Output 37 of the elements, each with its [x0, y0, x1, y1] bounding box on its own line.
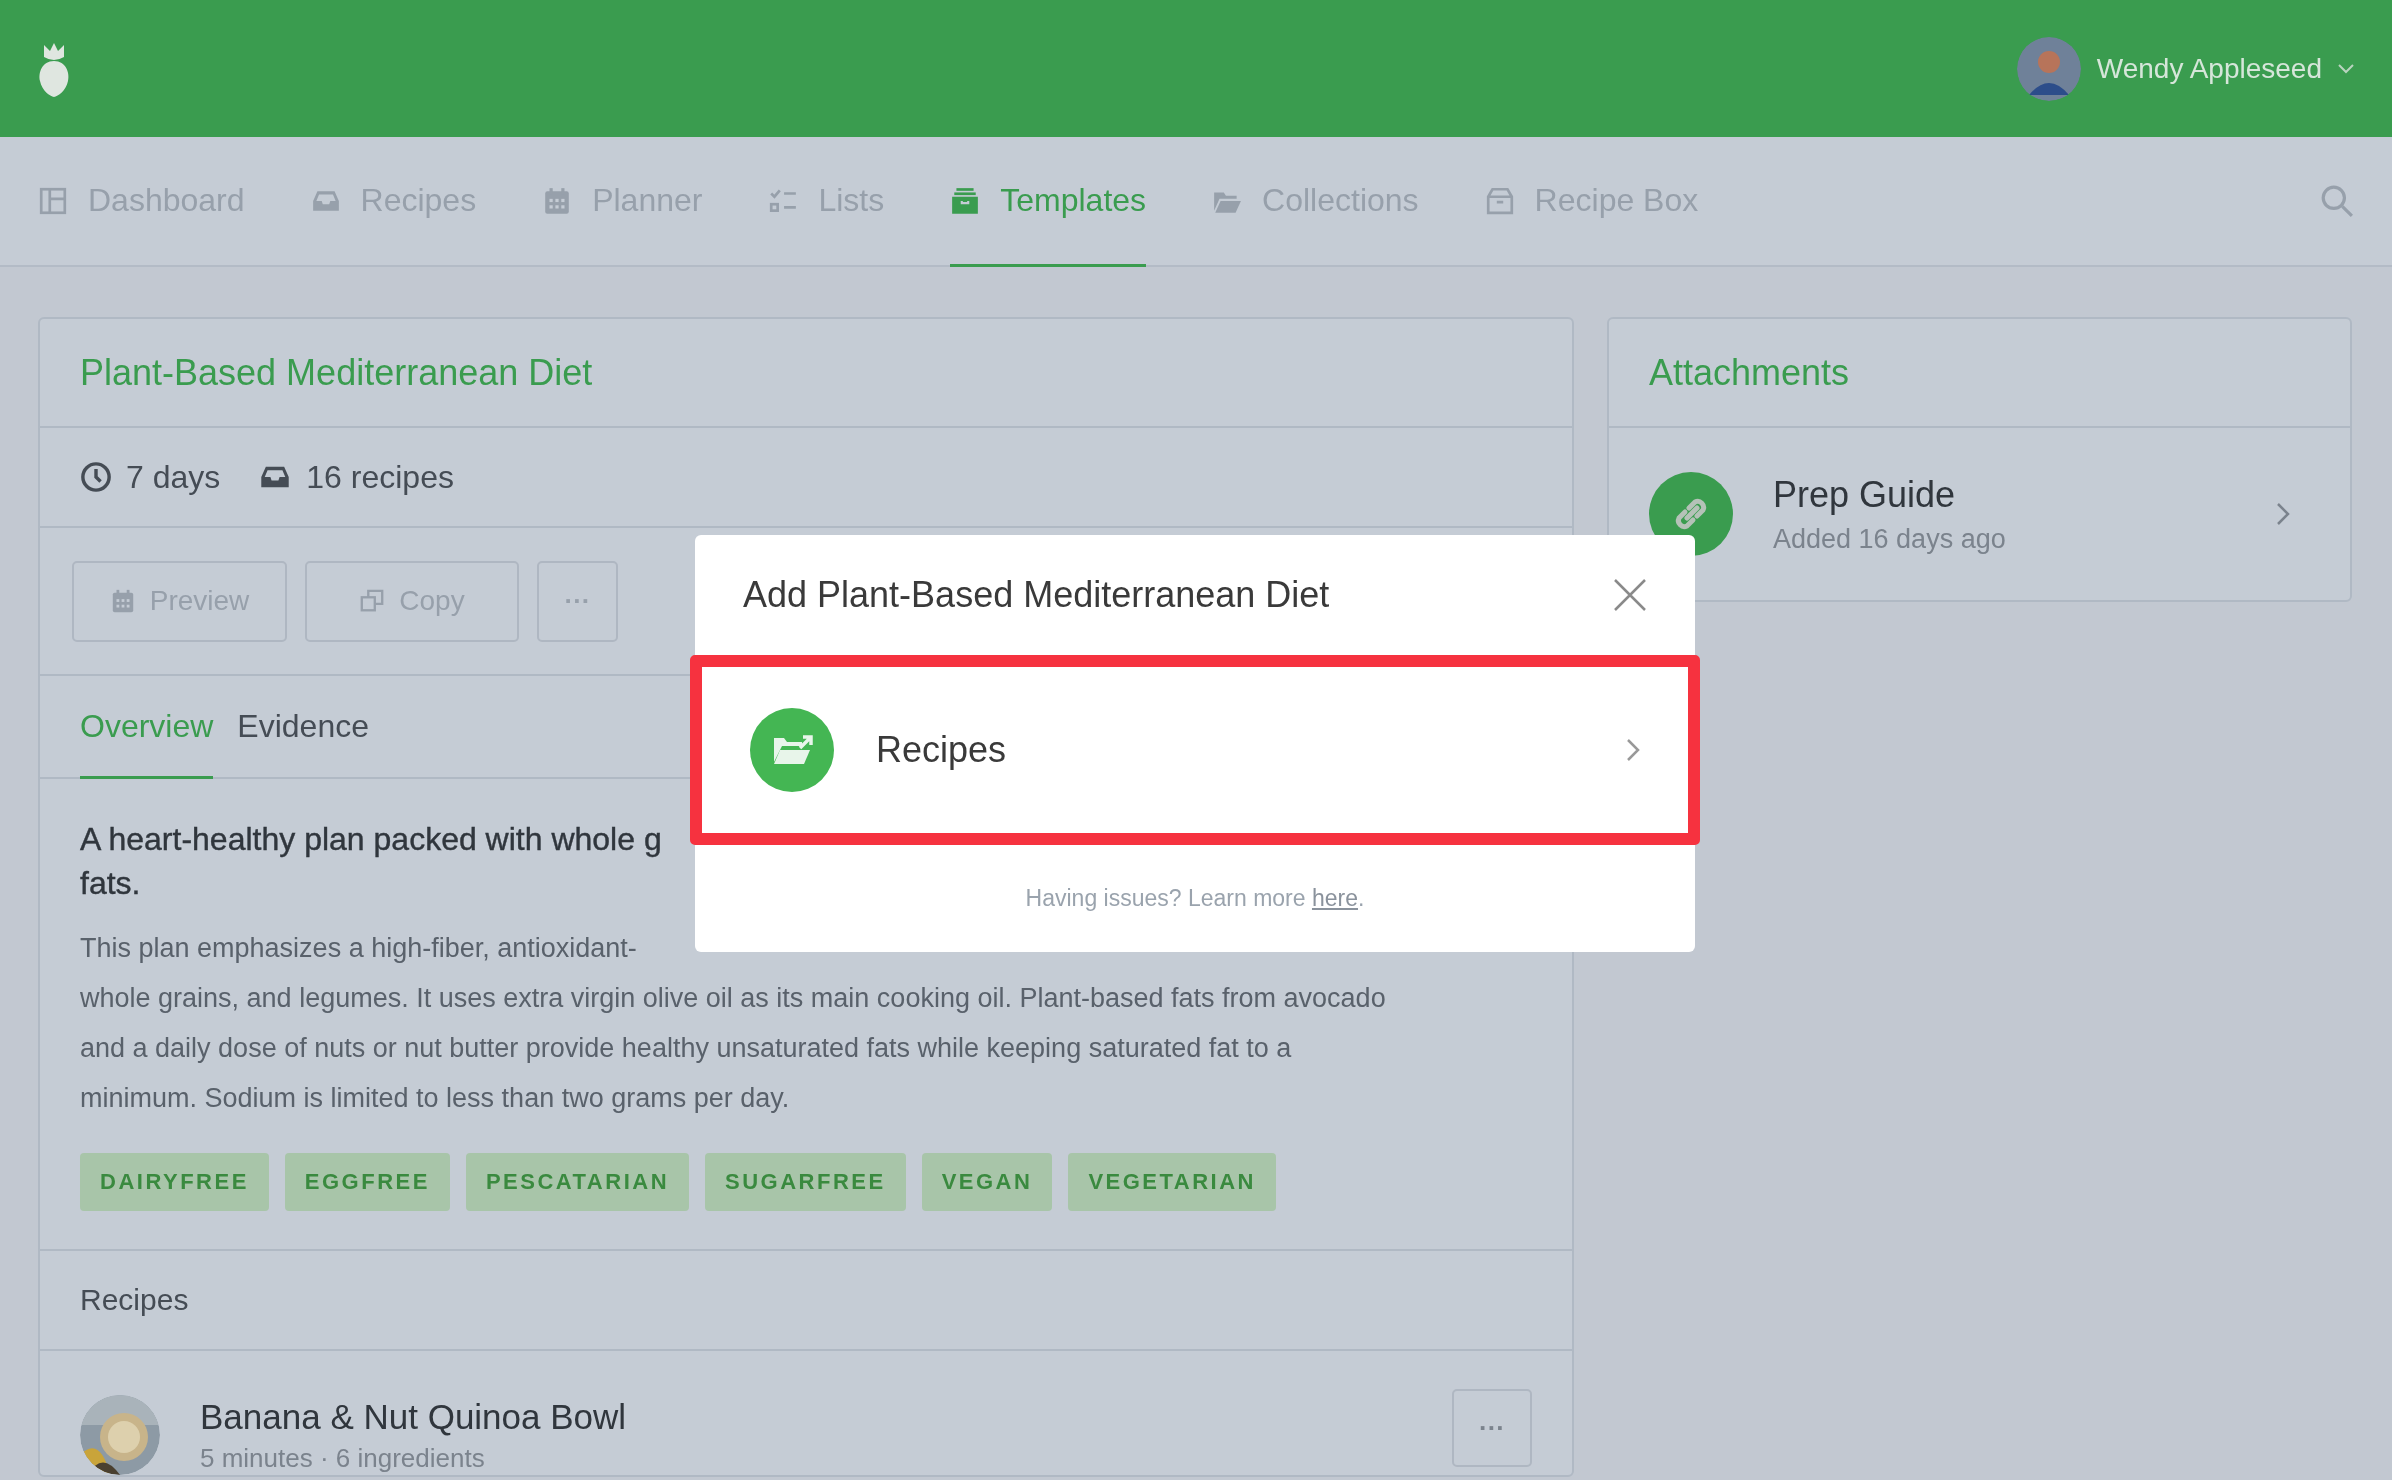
caret-icon[interactable]: [2338, 63, 2354, 74]
recipes-option[interactable]: Recipes: [690, 655, 1700, 845]
diet-tag: VEGETARIAN: [1068, 1153, 1276, 1211]
attachments-title: Attachments: [1649, 351, 1850, 394]
copy-icon: [359, 588, 386, 614]
dashboard-icon: [38, 185, 68, 216]
more-button[interactable]: ···: [537, 560, 618, 642]
recipe-details: 5 minutes · 6 ingredients: [200, 1443, 486, 1474]
help-text: Having issues? Learn more here.: [1025, 885, 1365, 912]
search-icon[interactable]: [2320, 184, 2354, 218]
avatar-icon[interactable]: [2016, 36, 2081, 101]
recipe-title[interactable]: Banana & Nut Quinoa Bowl: [200, 1397, 1412, 1437]
diet-tag: VEGAN: [921, 1153, 1053, 1211]
modal-title: Add Plant-Based Mediterranean Diet: [743, 574, 1330, 616]
more-button[interactable]: ···: [1452, 1389, 1532, 1467]
meta-text: 7 days: [126, 458, 221, 496]
nav-tab[interactable]: Templates: [950, 137, 1147, 267]
content-tab[interactable]: Evidence: [237, 676, 369, 779]
chevron-icon: [1626, 738, 1640, 762]
plan-description: This plan emphasizes a high-fiber, antioxidant- whole grains, and legumes. It uses extra virgin olive oil as its main cooking oil. Plant-based fats from avocado and a daily dose of nuts or nut butter provide healthy unsaturated fats while keeping saturated fat to a minimum. Sodium is limited to less than two grams per day.: [80, 932, 1386, 1115]
diet-tag: DAIRYFREE: [80, 1153, 269, 1211]
user-name[interactable]: Wendy Appleseed: [2096, 52, 2322, 85]
plan-title: Plant-Based Mediterranean Diet: [80, 351, 593, 394]
diet-tag: SUGARFREE: [705, 1153, 906, 1211]
diet-tag: PESCATARIAN: [465, 1153, 690, 1211]
content-tab[interactable]: Overview: [80, 676, 214, 779]
clock-icon: [80, 461, 112, 493]
help-link[interactable]: here: [1311, 885, 1358, 911]
meta-text: 16 recipes: [306, 458, 454, 496]
diet-tag: EGGFREE: [284, 1153, 450, 1211]
archive-icon: [1484, 185, 1515, 216]
chevron-icon: [2276, 502, 2290, 526]
box-icon: [950, 185, 981, 216]
folder-icon: [750, 708, 834, 792]
plan-heading: A heart-healthy plan packed with whole g fats.: [80, 820, 662, 903]
section-title: Recipes: [80, 1283, 189, 1317]
close-icon[interactable]: [1613, 578, 1647, 612]
